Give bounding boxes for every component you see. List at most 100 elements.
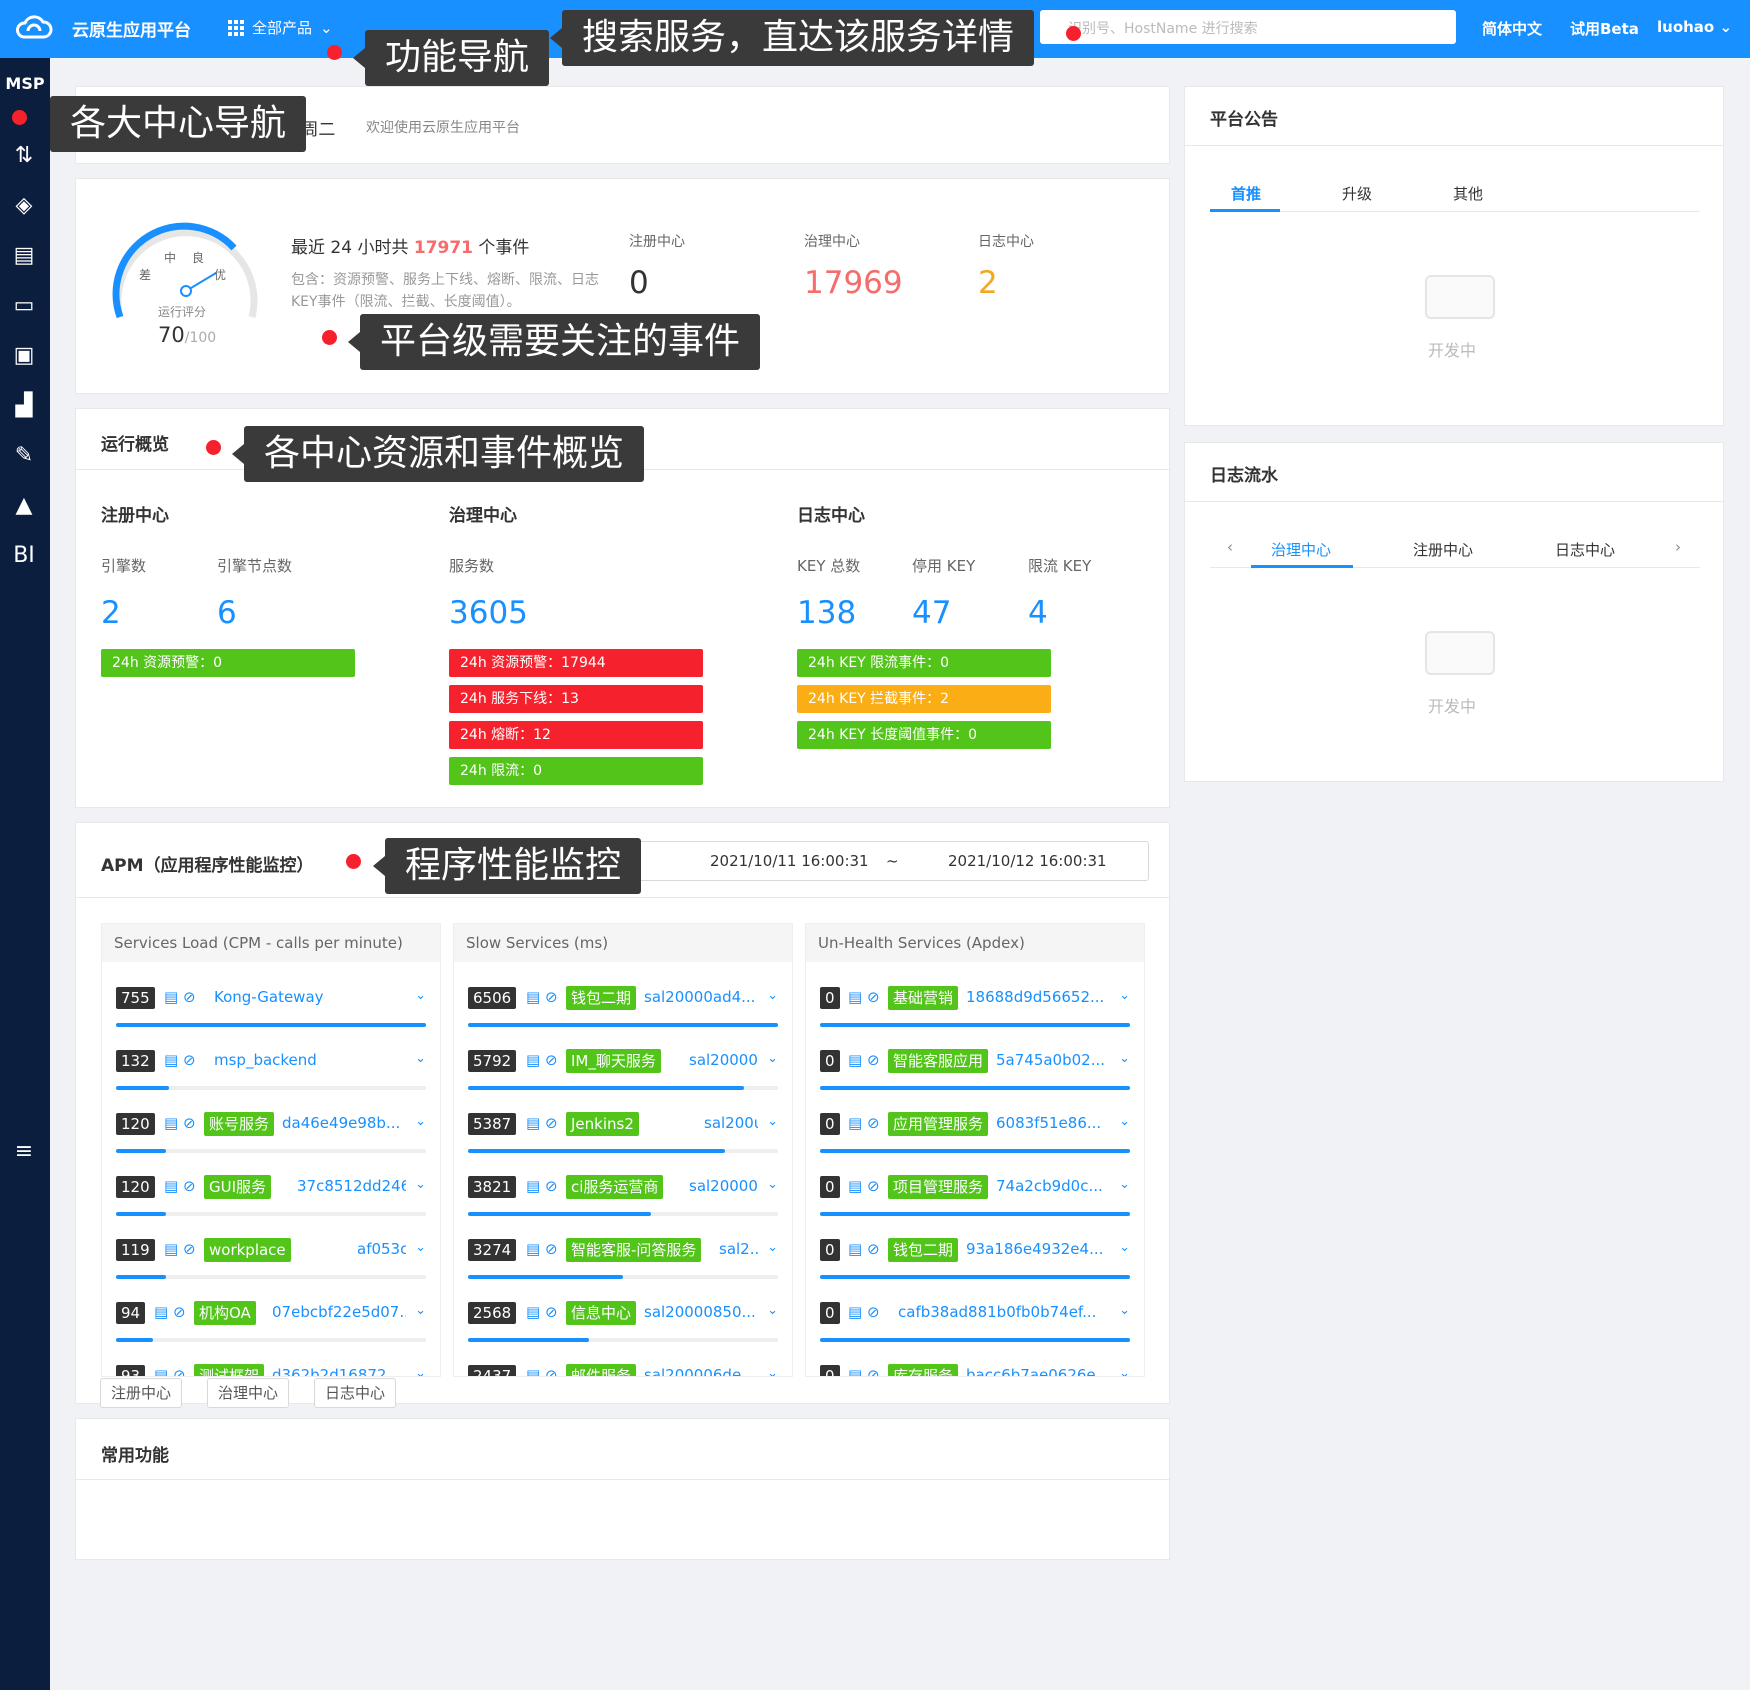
registry-engine-value[interactable]: 2: [101, 595, 121, 631]
user-menu[interactable]: luohao ⌄: [1657, 18, 1732, 36]
event-center-value[interactable]: 0: [629, 265, 649, 301]
service-row[interactable]: 3274 ▤ ⊘ 智能客服-问答服务 sal2... ⌄: [468, 1237, 778, 1297]
service-name-link[interactable]: sal200uv89a...: [704, 1114, 758, 1132]
service-name-link[interactable]: sal20000ad4...: [644, 988, 758, 1006]
service-row[interactable]: 0 ▤ ⊘ cafb38ad881b0fb0b74ef... ⌄: [820, 1300, 1130, 1360]
service-row[interactable]: 5387 ▤ ⊘ Jenkins2 sal200uv89a... ⌄: [468, 1111, 778, 1171]
chevron-down-icon[interactable]: ⌄: [415, 1240, 426, 1255]
search-input[interactable]: 识别号、HostName 进行搜索: [1040, 10, 1456, 44]
monitor-icon[interactable]: ▣: [10, 342, 38, 370]
chevron-down-icon[interactable]: ⌄: [1119, 1240, 1130, 1255]
chevron-right-icon[interactable]: ›: [1675, 538, 1681, 556]
server-icon[interactable]: ▭: [10, 292, 38, 320]
plug-icon[interactable]: ✎: [10, 442, 38, 470]
event-center-value[interactable]: 17969: [804, 265, 903, 301]
language-switch[interactable]: 简体中文: [1482, 18, 1542, 39]
service-name-link[interactable]: 37c8512dd246...: [297, 1177, 406, 1195]
beta-link[interactable]: 试用Beta: [1570, 18, 1639, 39]
service-row[interactable]: 5792 ▤ ⊘ IM_聊天服务 sal20000... ⌄: [468, 1048, 778, 1108]
event-center-value[interactable]: 2: [978, 265, 998, 301]
chevron-down-icon[interactable]: ⌄: [767, 1303, 778, 1318]
tab-upgrade[interactable]: 升级: [1342, 183, 1372, 204]
clipboard-icon[interactable]: ▤: [10, 242, 38, 270]
chevron-down-icon[interactable]: ⌄: [767, 988, 778, 1003]
chevron-down-icon[interactable]: ⌄: [415, 1114, 426, 1129]
service-row[interactable]: 0 ▤ ⊘ 钱包二期 93a186e4932e4... ⌄: [820, 1237, 1130, 1297]
service-row[interactable]: 119 ▤ ⊘ workplace af053c802f8... ⌄: [116, 1237, 426, 1297]
service-name-link[interactable]: 07ebcbf22e5d07...: [272, 1303, 406, 1321]
log-limit-value[interactable]: 4: [1028, 595, 1048, 631]
service-row[interactable]: 0 ▤ ⊘ 库存服务 bacc6b7ae0626e... ⌄: [820, 1363, 1130, 1376]
tab-registry[interactable]: 注册中心: [1413, 539, 1473, 560]
chevron-down-icon[interactable]: ⌄: [415, 1303, 426, 1318]
chevron-down-icon[interactable]: ⌄: [1119, 1177, 1130, 1192]
service-row[interactable]: 94 ▤ ⊘ 机构OA 07ebcbf22e5d07... ⌄: [116, 1300, 426, 1360]
chevron-down-icon[interactable]: ⌄: [1119, 1366, 1130, 1376]
bi-icon[interactable]: BI: [10, 542, 38, 570]
log-disabled-value[interactable]: 47: [912, 595, 951, 631]
shortcut-button[interactable]: 日志中心: [314, 1378, 397, 1408]
menu-icon[interactable]: ≡: [10, 1138, 38, 1166]
layers-icon[interactable]: ◈: [10, 192, 38, 220]
lock-icon[interactable]: ▲: [10, 492, 38, 520]
service-name-link[interactable]: sal200006de...: [644, 1366, 758, 1376]
chevron-down-icon[interactable]: ⌄: [415, 1177, 426, 1192]
chevron-down-icon[interactable]: ⌄: [1119, 988, 1130, 1003]
time-range-picker[interactable]: 2021/10/11 16:00:31 ~ 2021/10/12 16:00:3…: [631, 841, 1149, 881]
arrows-icon[interactable]: ⇅: [10, 142, 38, 170]
shortcut-button[interactable]: 注册中心: [100, 1378, 183, 1408]
chevron-down-icon[interactable]: ⌄: [1119, 1051, 1130, 1066]
service-name-link[interactable]: Kong-Gateway: [214, 988, 406, 1006]
service-name-link[interactable]: sal20000...: [689, 1051, 758, 1069]
service-name-link[interactable]: cafb38ad881b0fb0b74ef...: [898, 1303, 1110, 1321]
chevron-down-icon[interactable]: ⌄: [1119, 1303, 1130, 1318]
service-row[interactable]: 755 ▤ ⊘ Kong-Gateway ⌄: [116, 985, 426, 1045]
service-row[interactable]: 0 ▤ ⊘ 应用管理服务 6083f51e86... ⌄: [820, 1111, 1130, 1171]
shortcut-button[interactable]: 治理中心: [207, 1378, 290, 1408]
chevron-down-icon[interactable]: ⌄: [1119, 1114, 1130, 1129]
service-name-link[interactable]: sal20000850...: [644, 1303, 758, 1321]
service-row[interactable]: 0 ▤ ⊘ 基础营销 18688d9d56652... ⌄: [820, 985, 1130, 1045]
tab-recommended[interactable]: 首推: [1231, 183, 1261, 204]
service-name-link[interactable]: 93a186e4932e4...: [966, 1240, 1110, 1258]
service-name-link[interactable]: da46e49e98b...: [282, 1114, 406, 1132]
log-key-value[interactable]: 138: [797, 595, 856, 631]
service-row[interactable]: 132 ▤ ⊘ msp_backend ⌄: [116, 1048, 426, 1108]
service-row[interactable]: 0 ▤ ⊘ 智能客服应用 5a745a0b02... ⌄: [820, 1048, 1130, 1108]
tab-other[interactable]: 其他: [1453, 183, 1483, 204]
all-products-menu[interactable]: 全部产品 ⌄: [228, 17, 333, 38]
service-name-link[interactable]: sal20000...: [689, 1177, 758, 1195]
service-name-link[interactable]: d362b2d16872...: [272, 1366, 406, 1376]
chevron-down-icon[interactable]: ⌄: [415, 1366, 426, 1376]
service-name-link[interactable]: 5a745a0b02...: [996, 1051, 1110, 1069]
chevron-down-icon[interactable]: ⌄: [767, 1366, 778, 1376]
service-row[interactable]: 2437 ▤ ⊘ 邮件服务 sal200006de... ⌄: [468, 1363, 778, 1376]
service-row[interactable]: 0 ▤ ⊘ 项目管理服务 74a2cb9d0c... ⌄: [820, 1174, 1130, 1234]
registry-node-value[interactable]: 6: [217, 595, 237, 631]
chevron-down-icon[interactable]: ⌄: [767, 1177, 778, 1192]
chevron-down-icon[interactable]: ⌄: [767, 1051, 778, 1066]
service-row[interactable]: 120 ▤ ⊘ 账号服务 da46e49e98b... ⌄: [116, 1111, 426, 1171]
sidebar-title[interactable]: MSP: [0, 74, 50, 93]
service-name-link[interactable]: 74a2cb9d0c...: [996, 1177, 1110, 1195]
service-name-link[interactable]: msp_backend: [214, 1051, 406, 1069]
service-name-link[interactable]: sal2...: [719, 1240, 758, 1258]
service-row[interactable]: 120 ▤ ⊘ GUI服务 37c8512dd246... ⌄: [116, 1174, 426, 1234]
chevron-down-icon[interactable]: ⌄: [767, 1240, 778, 1255]
tab-log[interactable]: 日志中心: [1555, 539, 1615, 560]
chevron-down-icon[interactable]: ⌄: [415, 988, 426, 1003]
bar-chart-icon[interactable]: ▟: [10, 392, 38, 420]
service-row[interactable]: 3821 ▤ ⊘ ci服务运营商 sal20000... ⌄: [468, 1174, 778, 1234]
tab-governance[interactable]: 治理中心: [1271, 539, 1331, 560]
service-name-link[interactable]: bacc6b7ae0626e...: [966, 1366, 1110, 1376]
service-name-link[interactable]: af053c802f8...: [357, 1240, 406, 1258]
service-row[interactable]: 2568 ▤ ⊘ 信息中心 sal20000850... ⌄: [468, 1300, 778, 1360]
governance-service-value[interactable]: 3605: [449, 595, 528, 631]
service-row[interactable]: 6506 ▤ ⊘ 钱包二期 sal20000ad4... ⌄: [468, 985, 778, 1045]
service-name-link[interactable]: 6083f51e86...: [996, 1114, 1110, 1132]
service-name-link[interactable]: 18688d9d56652...: [966, 988, 1110, 1006]
chevron-down-icon[interactable]: ⌄: [415, 1051, 426, 1066]
app-title[interactable]: 云原生应用平台: [72, 16, 191, 41]
service-row[interactable]: 93 ▤ ⊘ 测试框架 d362b2d16872... ⌄: [116, 1363, 426, 1376]
chevron-down-icon[interactable]: ⌄: [767, 1114, 778, 1129]
